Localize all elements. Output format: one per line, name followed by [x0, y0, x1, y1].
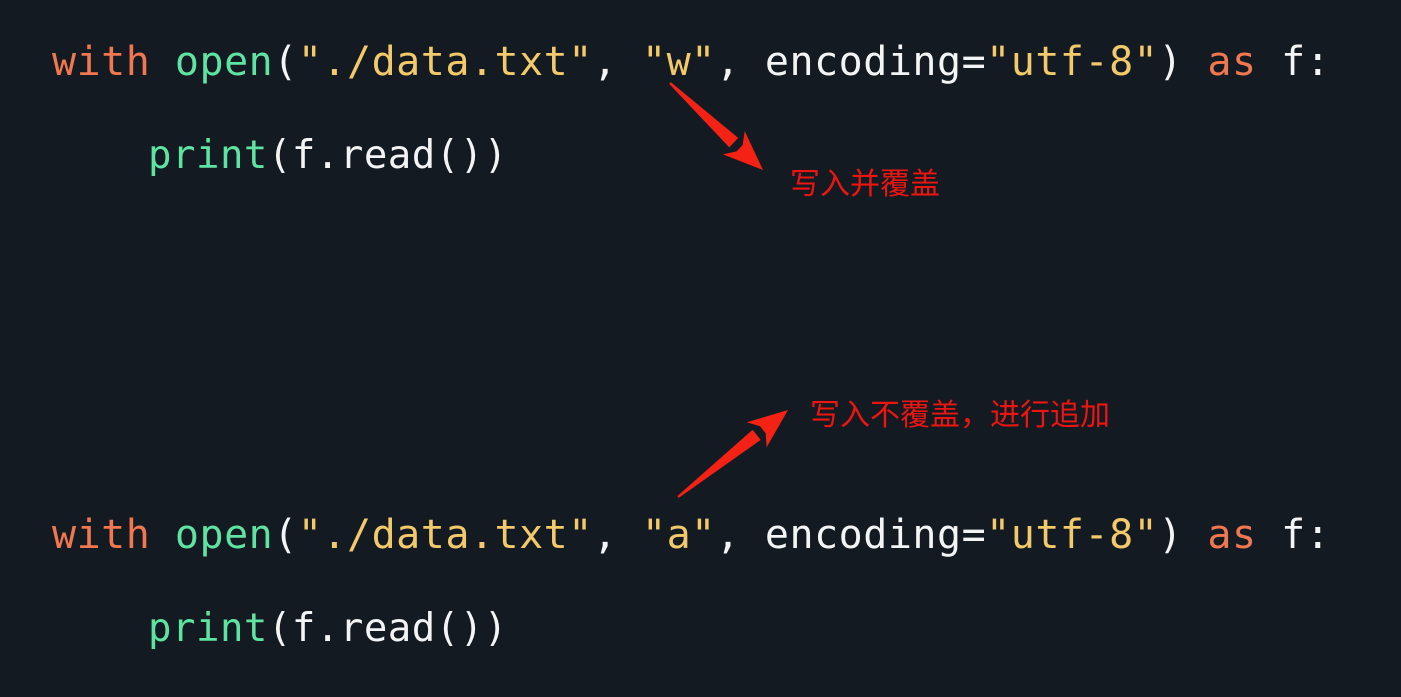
- code-token-string: "./data.txt": [297, 39, 593, 85]
- code-token-plain: , encoding=: [715, 512, 987, 558]
- code-token-plain: , encoding=: [715, 39, 987, 85]
- code-line-print-read-append-block: print(f.read()): [148, 609, 508, 648]
- code-token-string: "utf-8": [986, 512, 1159, 558]
- code-token-plain: ): [1158, 512, 1208, 558]
- code-line-with-open-write: with open("./data.txt", "w", encoding="u…: [52, 42, 1330, 82]
- code-token-plain: ,: [592, 512, 642, 558]
- code-token-func: open: [174, 39, 274, 85]
- code-token-keyword: as: [1207, 512, 1257, 558]
- code-token-func: open: [174, 512, 274, 558]
- annotation-arrow-layer: [669, 82, 788, 498]
- code-token-keyword: as: [1207, 39, 1257, 85]
- code-token-string: "utf-8": [986, 39, 1159, 85]
- code-token-string: "a": [642, 512, 716, 558]
- code-token-plain: ): [1158, 39, 1208, 85]
- code-token-string: "./data.txt": [297, 512, 593, 558]
- code-line-with-open-append: with open("./data.txt", "a", encoding="u…: [52, 515, 1330, 555]
- code-token-plain: ,: [592, 39, 642, 85]
- annotation-arrow-down-right: [669, 82, 763, 170]
- code-token-keyword: with: [52, 512, 151, 558]
- annotation-label-write-append: 写入不覆盖，进行追加: [810, 398, 1110, 433]
- code-token-plain: (f.read()): [267, 133, 508, 178]
- code-token-plain: (: [273, 39, 298, 85]
- code-token-keyword: with: [52, 39, 151, 85]
- code-token-plain: (: [273, 512, 298, 558]
- code-token-func: print: [148, 133, 268, 178]
- code-token-string: "w": [642, 39, 716, 85]
- code-token-plain: f:: [1256, 39, 1331, 85]
- code-line-print-read-write-block: print(f.read()): [148, 136, 508, 175]
- code-screenshot-canvas: with open("./data.txt", "w", encoding="u…: [0, 0, 1401, 697]
- code-token-plain: f:: [1256, 512, 1331, 558]
- code-token-func: print: [148, 606, 268, 651]
- annotation-arrow-up-right: [677, 410, 788, 498]
- annotation-label-write-overwrite: 写入并覆盖: [790, 167, 940, 202]
- code-token-plain: (f.read()): [267, 606, 508, 651]
